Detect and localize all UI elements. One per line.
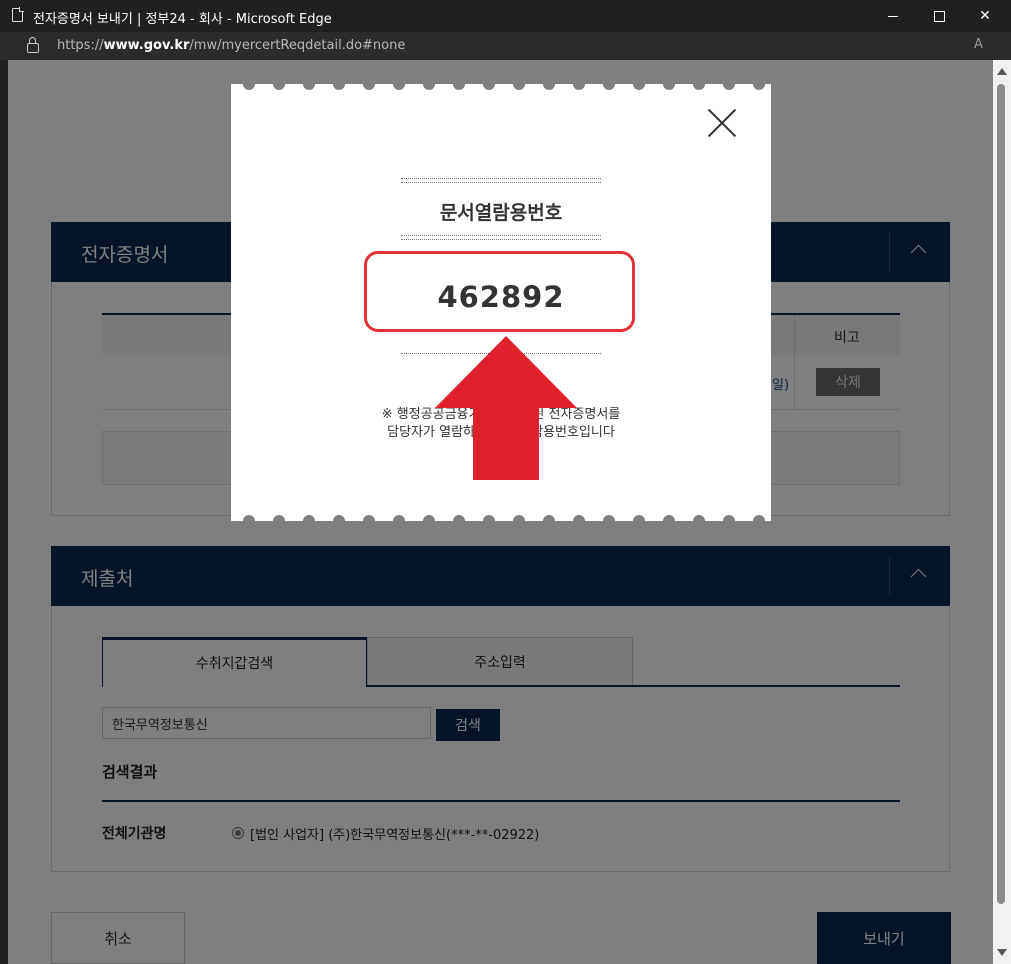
ticket-notch <box>273 515 285 527</box>
title-bar: 전자증명서 보내기 | 정부24 - 회사 - Microsoft Edge ✕ <box>0 0 1011 32</box>
ticket-notch <box>633 78 645 90</box>
scroll-down-icon[interactable] <box>997 949 1007 956</box>
ticket-notch <box>393 515 405 527</box>
close-icon[interactable] <box>707 108 737 138</box>
maximize-button[interactable] <box>916 0 962 32</box>
ticket-notch <box>333 515 345 527</box>
minimize-icon <box>888 15 898 17</box>
ticket-notch <box>483 78 495 90</box>
ticket-notch <box>543 78 555 90</box>
minimize-button[interactable] <box>870 0 916 32</box>
ticket-notch <box>243 78 255 90</box>
ticket-notch <box>453 78 465 90</box>
ticket-notch <box>693 515 705 527</box>
arrow-up-icon <box>435 336 577 480</box>
ticket-notch <box>423 78 435 90</box>
dotted-divider <box>401 178 601 183</box>
page-icon <box>12 7 24 22</box>
ticket-notch <box>603 515 615 527</box>
ticket-notch <box>753 515 765 527</box>
lock-icon[interactable] <box>27 37 39 53</box>
ticket-notch <box>543 515 555 527</box>
view-code-modal: 문서열람용번호 462892 ※ 행정공공금융기관에 제출된 전자증명서를 담당… <box>231 78 771 527</box>
code-value: 462892 <box>437 280 565 314</box>
ticket-notch <box>723 78 735 90</box>
window-title: 전자증명서 보내기 | 정부24 - 회사 - Microsoft Edge <box>33 12 332 27</box>
ticket-notch <box>333 78 345 90</box>
close-window-button[interactable]: ✕ <box>962 0 1008 32</box>
read-aloud-icon[interactable]: A <box>974 37 983 52</box>
ticket-notch <box>393 78 405 90</box>
ticket-notch <box>663 78 675 90</box>
address-bar[interactable]: https://www.gov.kr/mw/myercertReqdetail.… <box>0 32 1011 60</box>
ticket-notch <box>633 515 645 527</box>
ticket-notch <box>453 515 465 527</box>
scrollbar[interactable] <box>993 60 1011 964</box>
ticket-notch <box>303 515 315 527</box>
scroll-up-icon[interactable] <box>997 68 1007 75</box>
ticket-notch <box>483 515 495 527</box>
ticket-notch <box>363 78 375 90</box>
ticket-notch <box>753 78 765 90</box>
ticket-notch <box>573 78 585 90</box>
ticket-notch <box>603 78 615 90</box>
code-label: 문서열람용번호 <box>439 202 563 224</box>
scroll-thumb[interactable] <box>997 84 1005 904</box>
url-text[interactable]: https://www.gov.kr/mw/myercertReqdetail.… <box>57 38 405 53</box>
ticket-notch <box>303 78 315 90</box>
ticket-notch <box>513 515 525 527</box>
ticket-notch <box>573 515 585 527</box>
ticket-notch <box>273 78 285 90</box>
dotted-divider <box>401 235 601 240</box>
ticket-notch <box>423 515 435 527</box>
maximize-icon <box>933 10 945 22</box>
ticket-notch <box>693 78 705 90</box>
ticket-notch <box>243 515 255 527</box>
ticket-notch <box>723 515 735 527</box>
ticket-notch <box>663 515 675 527</box>
ticket-notch <box>363 515 375 527</box>
close-icon: ✕ <box>979 8 991 24</box>
ticket-notch <box>513 78 525 90</box>
